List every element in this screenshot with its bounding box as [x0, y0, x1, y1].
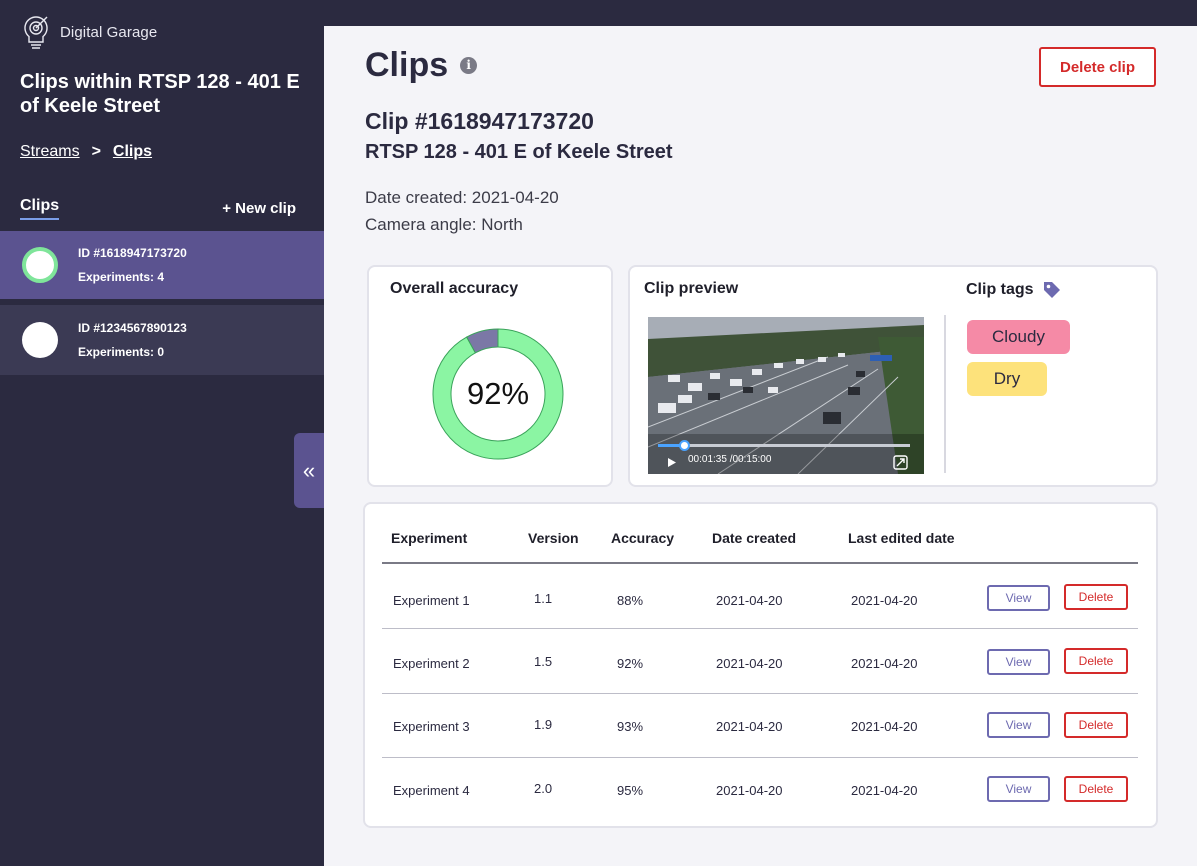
cell-date-created: 2021-04-20 [716, 783, 783, 798]
cell-accuracy: 95% [617, 783, 644, 798]
tag-cloudy[interactable]: Cloudy [967, 320, 1070, 354]
view-button[interactable]: View [987, 776, 1050, 802]
cell-date-created: 2021-04-20 [716, 719, 783, 734]
clips-header: Clips + New clip [20, 197, 296, 220]
double-chevron-left-icon: « [302, 457, 316, 483]
camera-angle: Camera angle: North [365, 215, 523, 234]
delete-button[interactable]: Delete [1064, 776, 1128, 802]
overall-accuracy-card: Overall accuracy 92% [367, 265, 613, 487]
column-header-last-edited: Last edited date [848, 530, 955, 546]
sidebar-title: Clips within RTSP 128 - 401 E of Keele S… [20, 71, 300, 117]
clip-meta: ID #1618947173720 Experiments: 4 [78, 246, 187, 284]
cell-accuracy: 92% [617, 656, 644, 671]
cell-accuracy: 88% [617, 593, 644, 608]
clip-status-icon [22, 247, 58, 283]
divider [944, 315, 946, 473]
brand[interactable]: Digital Garage [20, 14, 157, 50]
cell-version: 2.0 [534, 781, 553, 796]
breadcrumb-separator: > [91, 143, 101, 160]
accuracy-value: 92% [466, 376, 530, 411]
clip-tags-label: Clip tags [966, 281, 1034, 298]
clips-tab[interactable]: Clips [20, 197, 60, 220]
tag-icon [1043, 282, 1060, 298]
brand-name: Digital Garage [60, 23, 158, 41]
cell-experiment: Experiment 3 [393, 719, 470, 734]
delete-clip-button[interactable]: Delete clip [1039, 47, 1156, 87]
cell-last-edited: 2021-04-20 [851, 719, 918, 734]
clip-preview-card: Clip preview 00:01:35 /00:15:00 Clip tag… [628, 265, 1158, 487]
cell-last-edited: 2021-04-20 [851, 783, 918, 798]
clip-list-item[interactable]: ID #1234567890123 Experiments: 0 [0, 305, 324, 375]
table-row: Experiment 3 1.9 93% 2021-04-20 2021-04-… [382, 693, 1138, 757]
breadcrumb-streams[interactable]: Streams [20, 143, 80, 161]
experiments-table: Experiment Version Accuracy Date created… [363, 502, 1158, 828]
column-header-experiment: Experiment [391, 530, 468, 546]
cell-accuracy: 93% [617, 719, 644, 734]
cell-experiment: Experiment 4 [393, 783, 470, 798]
column-header-version: Version [528, 530, 579, 546]
date-created: Date created: 2021-04-20 [365, 188, 559, 207]
table-row: Experiment 2 1.5 92% 2021-04-20 2021-04-… [382, 628, 1138, 692]
clip-id: ID #1234567890123 [78, 321, 187, 335]
column-header-accuracy: Accuracy [611, 530, 675, 546]
card-title: Overall accuracy [390, 280, 519, 297]
view-button[interactable]: View [987, 649, 1050, 675]
breadcrumb-clips[interactable]: Clips [113, 143, 152, 161]
cell-version: 1.1 [534, 591, 553, 606]
clip-id: ID #1618947173720 [78, 246, 187, 260]
cell-version: 1.5 [534, 654, 553, 669]
sidebar: Digital Garage Clips within RTSP 128 - 4… [0, 0, 324, 866]
card-title: Clip preview [644, 280, 739, 297]
view-button[interactable]: View [987, 712, 1050, 738]
video-progress-track[interactable] [658, 444, 910, 447]
video-scrubber[interactable] [678, 440, 690, 451]
clip-meta: ID #1234567890123 Experiments: 0 [78, 321, 187, 359]
delete-button[interactable]: Delete [1064, 648, 1128, 674]
clip-experiments: Experiments: 4 [78, 270, 165, 284]
info-icon[interactable]: i [460, 57, 478, 74]
breadcrumb: Streams > Clips [20, 143, 152, 161]
cell-version: 1.9 [534, 717, 553, 732]
page-title: Clips i [365, 46, 478, 85]
new-clip-button[interactable]: + New clip [222, 200, 296, 217]
video-time: 00:01:35 /00:15:00 [688, 454, 772, 465]
view-button[interactable]: View [987, 585, 1050, 611]
collapse-sidebar-button[interactable]: « [294, 433, 324, 508]
clip-heading: Clip #1618947173720 [365, 108, 594, 134]
cell-last-edited: 2021-04-20 [851, 656, 918, 671]
clip-experiments: Experiments: 0 [78, 345, 165, 359]
main-content: Clips i Delete clip Clip #1618947173720 … [324, 26, 1197, 866]
clip-stream-name: RTSP 128 - 401 E of Keele Street [365, 141, 673, 163]
cell-experiment: Experiment 2 [393, 656, 470, 671]
tag-dry[interactable]: Dry [967, 362, 1047, 396]
lightbulb-target-icon [24, 16, 48, 49]
clip-tags-title: Clip tags [966, 280, 1062, 300]
table-row: Experiment 4 2.0 95% 2021-04-20 2021-04-… [382, 757, 1138, 821]
table-row: Experiment 1 1.1 88% 2021-04-20 2021-04-… [382, 564, 1138, 628]
clip-list-item[interactable]: ID #1618947173720 Experiments: 4 [0, 231, 324, 299]
delete-button[interactable]: Delete [1064, 584, 1128, 610]
video-player[interactable]: 00:01:35 /00:15:00 [648, 317, 924, 474]
column-header-date-created: Date created [712, 530, 797, 546]
cell-last-edited: 2021-04-20 [851, 593, 918, 608]
delete-button[interactable]: Delete [1064, 712, 1128, 738]
cell-date-created: 2021-04-20 [716, 593, 783, 608]
cell-date-created: 2021-04-20 [716, 656, 783, 671]
clip-status-icon [22, 322, 58, 358]
cell-experiment: Experiment 1 [393, 593, 470, 608]
page-title-text: Clips [365, 46, 449, 84]
